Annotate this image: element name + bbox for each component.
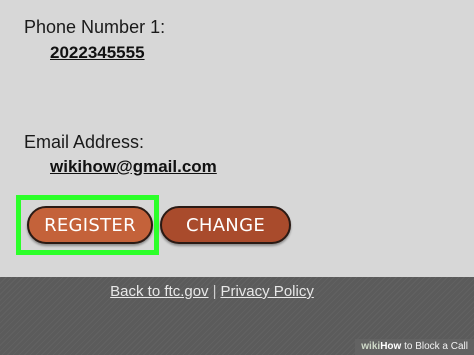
privacy-policy-link[interactable]: Privacy Policy (220, 283, 313, 300)
watermark-wiki: wiki (361, 341, 381, 352)
email-address-value: wikihow@gmail.com (50, 157, 217, 176)
footer-links: Back to ftc.gov | Privacy Policy (0, 283, 424, 300)
watermark-how: How (380, 341, 402, 352)
email-address-label: Email Address: (24, 132, 145, 152)
wikihow-watermark: wikiHow to Block a Call (355, 339, 474, 355)
back-to-ftc-link[interactable]: Back to ftc.gov (110, 283, 208, 300)
page-footer: Back to ftc.gov | Privacy Policy wikiHow t… (0, 277, 474, 355)
form-area: Phone Number 1: 2022345555 Email Address… (0, 0, 474, 277)
phone-number-label: Phone Number 1: (24, 17, 166, 37)
phone-number-value: 2022345555 (50, 43, 145, 62)
register-button[interactable]: REGISTER (27, 206, 153, 244)
watermark-title: to Block a Call (401, 341, 468, 352)
footer-separator: | (212, 283, 217, 300)
change-button[interactable]: CHANGE (160, 206, 291, 244)
